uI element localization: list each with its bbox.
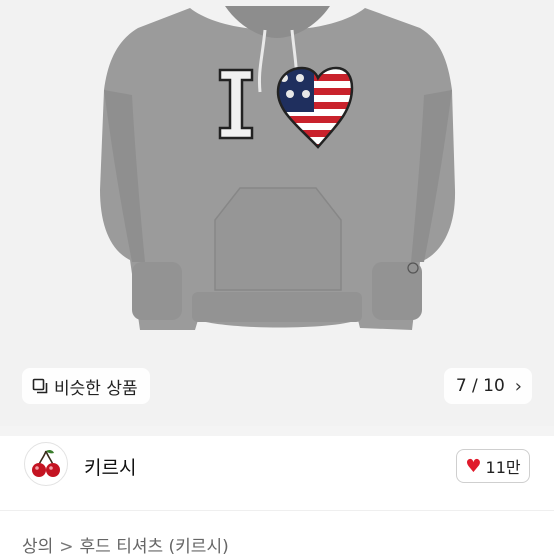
breadcrumb-item-hoodie[interactable]: 후드 티셔츠 (키르시) — [80, 537, 229, 557]
breadcrumb: 상의 > 후드 티셔츠 (키르시) — [22, 532, 229, 557]
like-button[interactable]: ♥ 11만 — [456, 449, 530, 483]
similar-products-button[interactable]: 비슷한 상품 — [22, 368, 150, 404]
breadcrumb-separator: > — [59, 537, 74, 557]
heart-icon: ♥ — [465, 455, 482, 477]
chevron-right-icon[interactable]: › — [515, 376, 522, 397]
similar-products-label: 비슷한 상품 — [54, 378, 138, 399]
stacked-squares-icon — [32, 378, 48, 394]
avatar[interactable] — [24, 442, 68, 486]
product-image[interactable]: 비슷한 상품 7 / 10 › — [0, 0, 554, 426]
breadcrumb-item-top[interactable]: 상의 — [22, 537, 53, 557]
image-counter[interactable]: 7 / 10 › — [443, 368, 532, 404]
hoodie-illustration — [100, 6, 456, 330]
like-count: 11만 — [485, 458, 521, 477]
section-gap — [0, 426, 554, 436]
cherry-icon — [32, 449, 60, 477]
divider — [0, 510, 554, 511]
seller-name[interactable]: 키르시 — [84, 453, 136, 480]
image-counter-text: 7 / 10 — [455, 376, 505, 396]
